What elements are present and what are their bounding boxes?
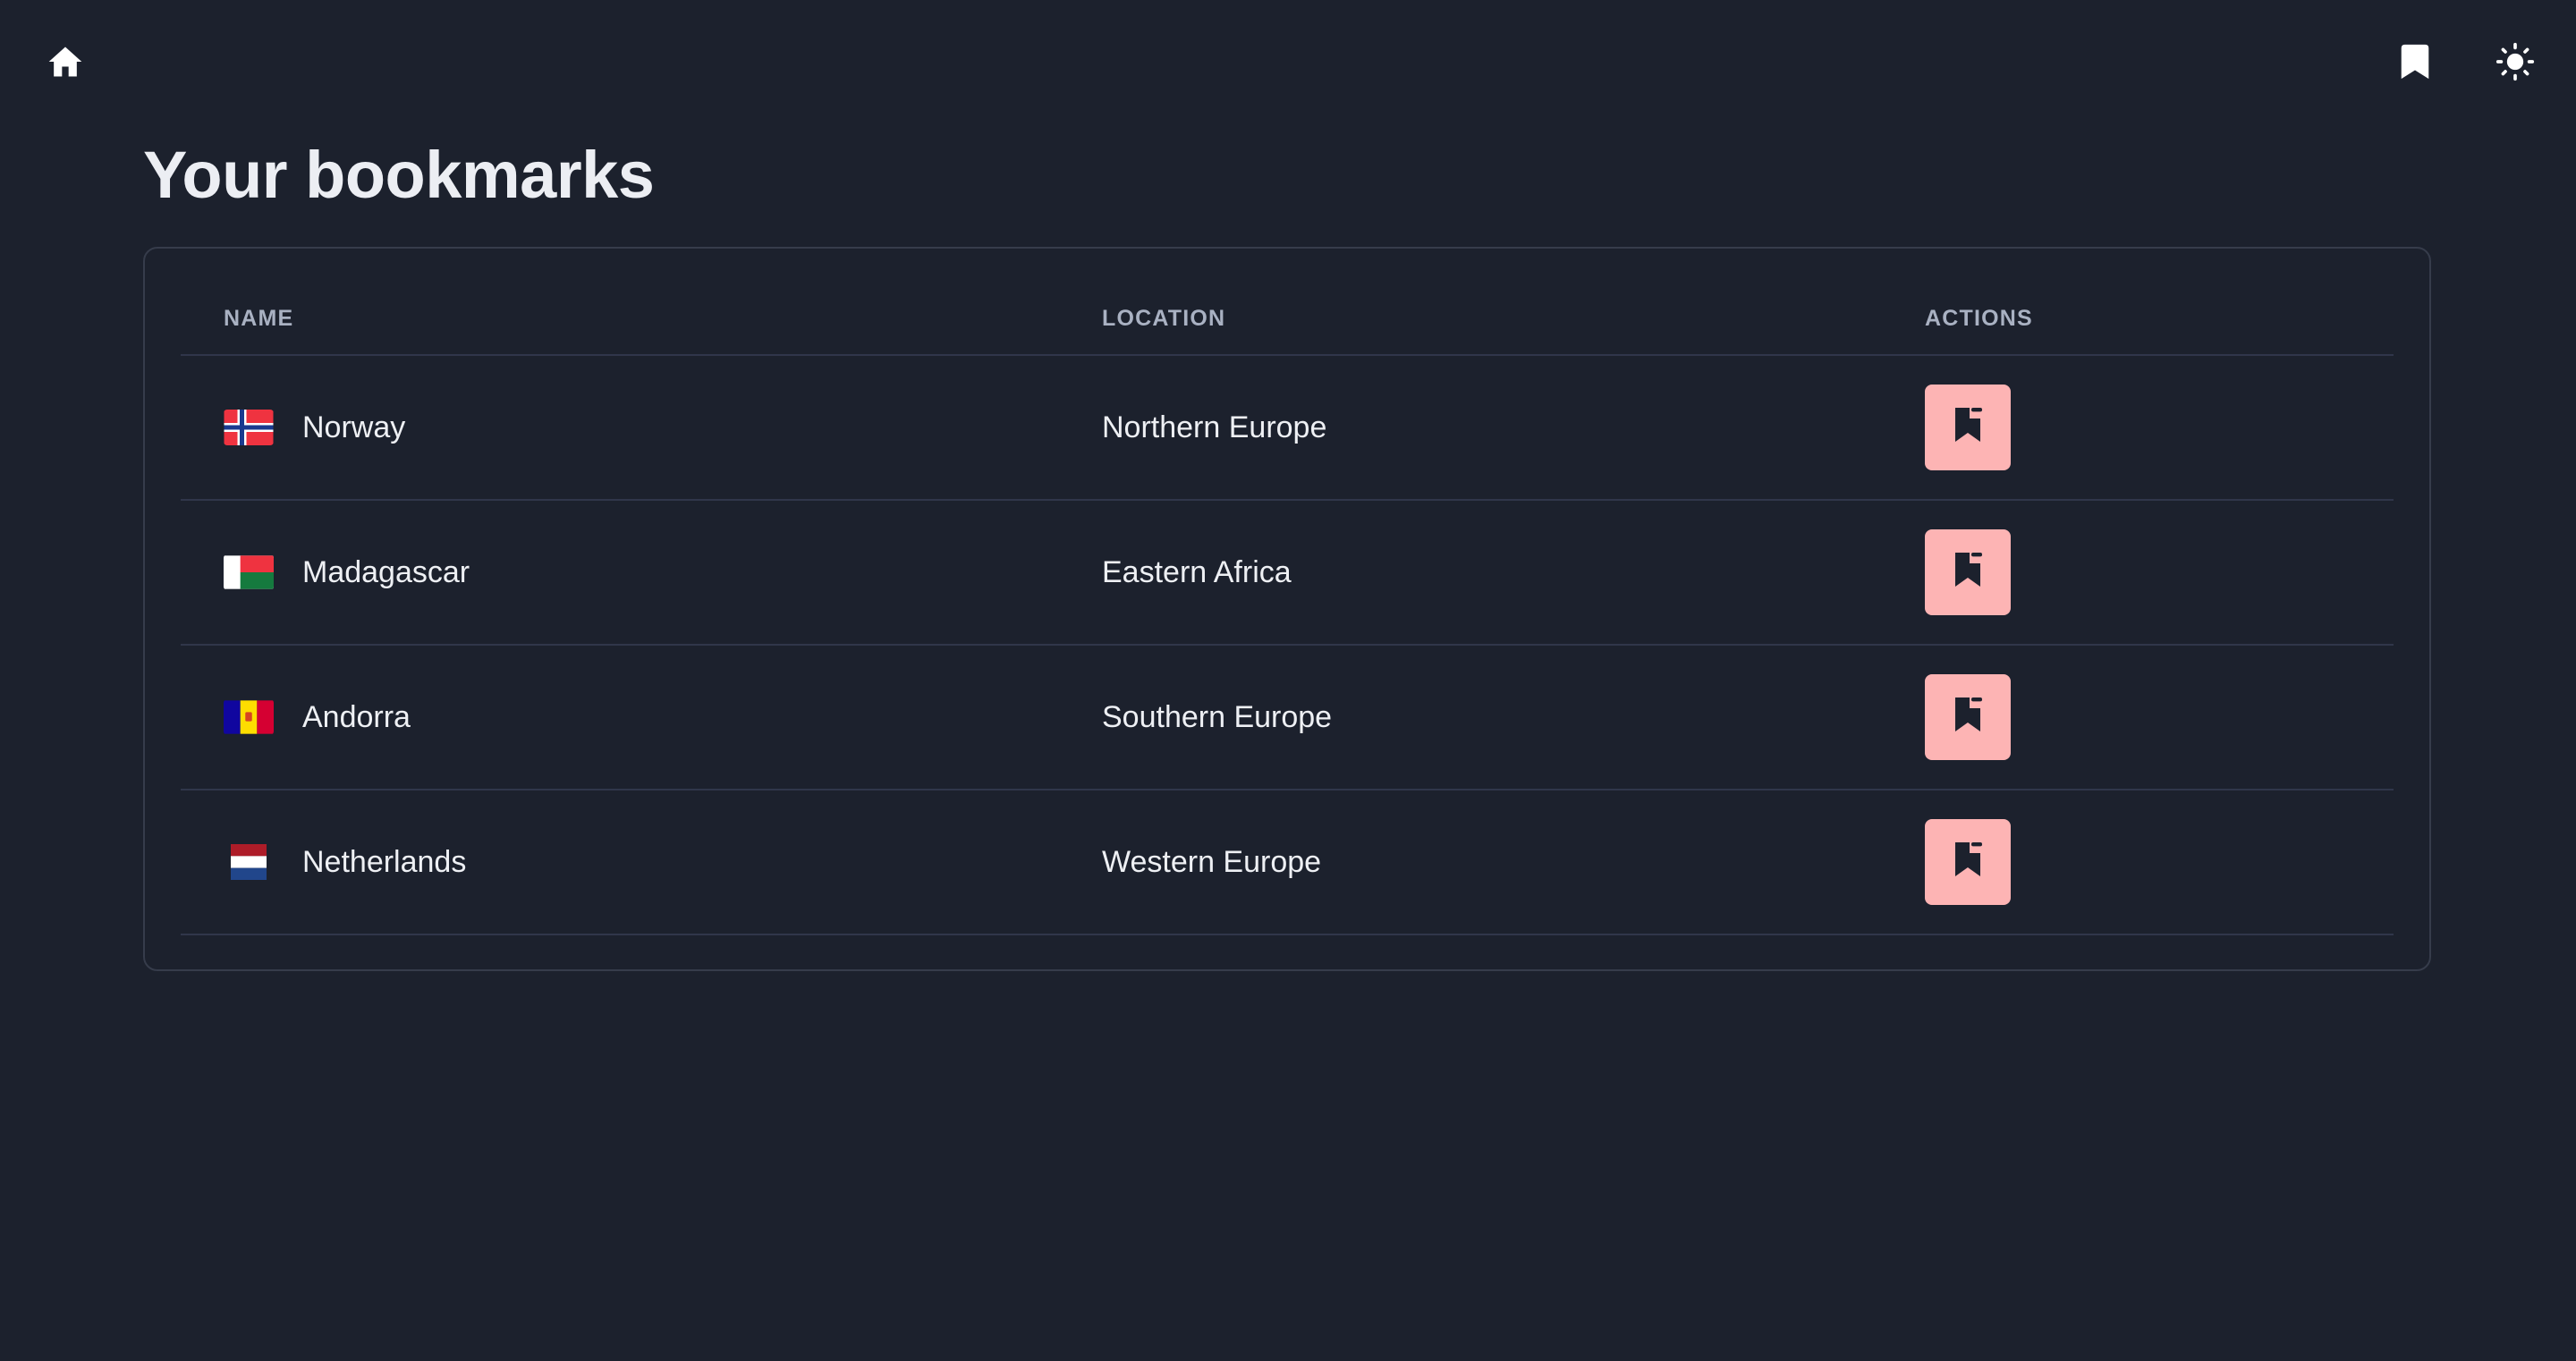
bookmark-remove-icon — [1950, 404, 1986, 452]
name-cell: Andorra — [224, 646, 411, 789]
bookmark-remove-icon — [1950, 549, 1986, 596]
bookmarks-card: NAME LOCATION ACTIONS Norway Northern Eu… — [143, 247, 2431, 971]
actions-cell — [1925, 356, 2011, 499]
theme-toggle-button[interactable] — [2490, 37, 2540, 87]
remove-bookmark-button[interactable] — [1925, 674, 2011, 760]
home-icon — [46, 42, 85, 81]
country-name: Norway — [302, 410, 406, 444]
country-name: Madagascar — [302, 554, 470, 589]
norway-flag-icon — [224, 410, 274, 445]
column-header-name: NAME — [224, 306, 294, 331]
location-cell: Northern Europe — [1102, 410, 1327, 444]
table-row: Norway Northern Europe — [181, 356, 2394, 501]
bookmarks-table: NAME LOCATION ACTIONS Norway Northern Eu… — [181, 283, 2394, 935]
netherlands-flag-icon — [224, 844, 274, 880]
country-name: Andorra — [302, 699, 411, 734]
location-cell: Southern Europe — [1102, 699, 1333, 734]
table-row: Netherlands Western Europe — [181, 790, 2394, 935]
sun-icon — [2496, 42, 2535, 81]
remove-bookmark-button[interactable] — [1925, 385, 2011, 470]
name-cell: Netherlands — [224, 790, 466, 934]
madagascar-flag-icon — [224, 554, 274, 590]
bookmarks-button[interactable] — [2390, 37, 2440, 87]
column-header-actions: ACTIONS — [1925, 306, 2033, 331]
remove-bookmark-button[interactable] — [1925, 819, 2011, 905]
bookmark-remove-icon — [1950, 694, 1986, 741]
remove-bookmark-button[interactable] — [1925, 529, 2011, 615]
actions-cell — [1925, 790, 2011, 934]
actions-cell — [1925, 501, 2011, 644]
andorra-flag-icon — [224, 699, 274, 735]
country-name: Netherlands — [302, 844, 467, 879]
name-cell: Norway — [224, 356, 405, 499]
column-header-location: LOCATION — [1102, 306, 1226, 331]
table-header: NAME LOCATION ACTIONS — [181, 283, 2394, 356]
table-row: Madagascar Eastern Africa — [181, 501, 2394, 646]
location-cell: Western Europe — [1102, 844, 1322, 879]
top-navigation — [0, 0, 2576, 125]
location-cell: Eastern Africa — [1102, 554, 1292, 589]
name-cell: Madagascar — [224, 501, 470, 644]
bookmark-icon — [2399, 43, 2431, 80]
page-title: Your bookmarks — [143, 138, 655, 212]
actions-cell — [1925, 646, 2011, 789]
table-row: Andorra Southern Europe — [181, 646, 2394, 790]
home-button[interactable] — [40, 37, 90, 87]
bookmark-remove-icon — [1950, 839, 1986, 886]
